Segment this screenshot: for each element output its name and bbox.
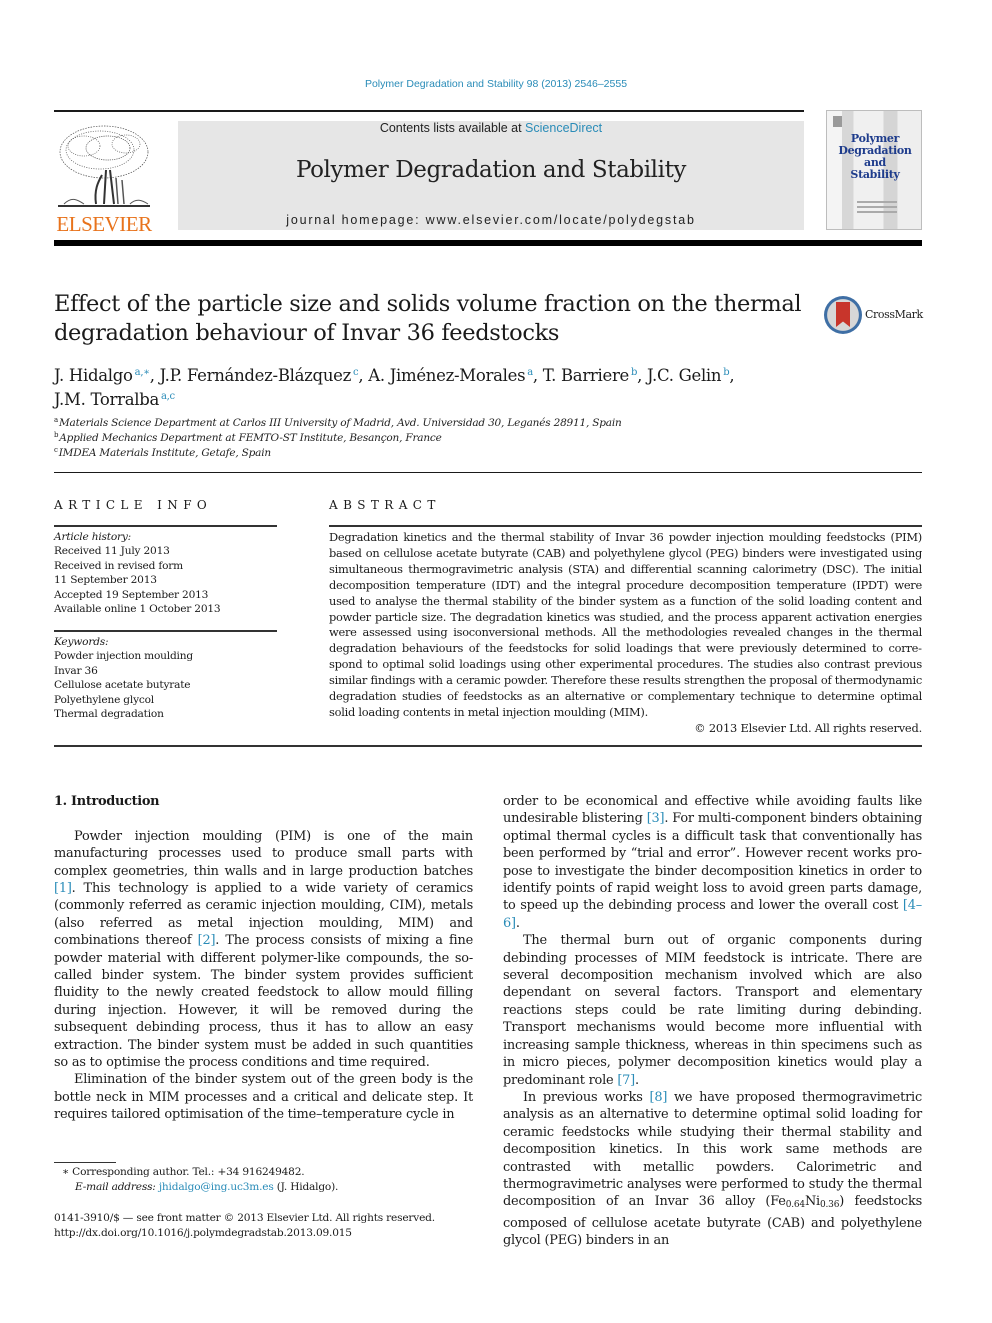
keywords: Keywords: Powder injection moulding Inva… [54, 635, 277, 721]
author-affiliation-marker[interactable]: a,c [161, 391, 175, 402]
keyword: Invar 36 [54, 664, 98, 677]
affiliation-text: Applied Mechanics Department at FEMTO-ST… [59, 432, 442, 444]
sciencedirect-link[interactable]: ScienceDirect [525, 121, 602, 135]
crossmark-label: CrossMark [865, 308, 923, 321]
body-paragraph: Elimination of the binder system out of … [54, 1072, 473, 1123]
author-name[interactable]: J.M. Torralba [54, 390, 159, 409]
corresponding-author-footnote: ∗ Corresponding author. Tel.: +34 916249… [62, 1166, 305, 1178]
affiliation-b: bApplied Mechanics Department at FEMTO-S… [54, 431, 442, 444]
keywords-label: Keywords: [54, 636, 109, 648]
journal-cover-thumbnail[interactable]: Polymer Degradation and Stability [826, 110, 922, 230]
affiliation-key: b [54, 431, 59, 439]
citation-link[interactable]: [7] [617, 1073, 635, 1088]
body-paragraph: In previous works [8] we have proposed t… [503, 1089, 922, 1249]
author-list: J. Hidalgo a,∗, J.P. Fernández-Blázquez c,… [54, 362, 814, 410]
body-paragraph: The thermal burn out of organic componen… [503, 933, 922, 1088]
section-heading-introduction: 1. Introduction [54, 794, 160, 809]
email-link[interactable]: jhidalgo@ing.uc3m.es [159, 1181, 274, 1193]
elsevier-tree-icon [58, 125, 150, 207]
masthead-top-rule [54, 110, 804, 112]
citation-link[interactable]: [4–6] [503, 898, 922, 930]
article-history: Article history: Received 11 July 2013 R… [54, 530, 277, 616]
body-paragraph: order to be economical and effective whi… [503, 794, 922, 931]
article-title: Effect of the particle size and solids v… [54, 291, 802, 346]
elsevier-logo[interactable]: ELSEVIER [54, 120, 154, 236]
author-separator: , [358, 366, 369, 385]
title-block-rule [54, 472, 922, 473]
crossmark-button[interactable]: CrossMark [824, 296, 924, 336]
cover-title-line: Stability [850, 168, 900, 181]
journal-homepage-link[interactable]: journal homepage: www.elsevier.com/locat… [178, 213, 804, 227]
affiliation-a: aMaterials Science Department at Carlos … [54, 416, 622, 429]
doi-link[interactable]: http://dx.doi.org/10.1016/j.polymdegrads… [54, 1227, 352, 1239]
keywords-rule [54, 630, 277, 632]
abstract-copyright: © 2013 Elsevier Ltd. All rights reserved… [694, 721, 922, 735]
history-entry: 11 September 2013 [54, 574, 157, 587]
subscript: 0.64 [785, 1200, 805, 1211]
subscript: 0.36 [819, 1200, 840, 1211]
journal-title: Polymer Degradation and Stability [295, 157, 687, 183]
cover-title: Polymer Degradation and Stability [827, 133, 923, 181]
front-matter-bottom-rule [54, 745, 922, 747]
keyword: Cellulose acetate butyrate [54, 679, 191, 692]
history-entry: Available online 1 October 2013 [54, 603, 221, 616]
author-separator: , [149, 366, 160, 385]
author-name[interactable]: J.C. Gelin [647, 366, 722, 385]
article-info-rule [54, 525, 277, 527]
cover-publisher-icon [833, 116, 842, 127]
body-column-right: order to be economical and effective whi… [503, 793, 922, 1250]
citation-link[interactable]: [2] [198, 933, 216, 948]
elsevier-wordmark: ELSEVIER [56, 212, 152, 236]
history-entry: Received 11 July 2013 [54, 545, 170, 558]
history-entry: Accepted 19 September 2013 [54, 588, 209, 601]
abstract-rule [329, 525, 922, 527]
email-suffix: (J. Hidalgo). [273, 1181, 339, 1193]
author-affiliation-marker[interactable]: a,∗ [135, 367, 150, 378]
author-name[interactable]: A. Jiménez-Morales [368, 366, 525, 385]
author-separator: , [637, 366, 647, 385]
affiliation-key: a [54, 416, 58, 424]
affiliation-text: IMDEA Materials Institute, Getafe, Spain [58, 447, 271, 459]
cover-editors-text [857, 201, 897, 215]
keyword: Thermal degradation [54, 708, 164, 721]
running-head-citation[interactable]: Polymer Degradation and Stability 98 (20… [0, 78, 992, 90]
affiliation-text: Materials Science Department at Carlos I… [58, 417, 622, 429]
citation-link[interactable]: [3] [647, 811, 665, 826]
keyword: Powder injection moulding [54, 650, 193, 663]
author-name[interactable]: T. Barriere [543, 366, 630, 385]
author-name[interactable]: J. Hidalgo [54, 366, 133, 385]
affiliation-c: cIMDEA Materials Institute, Getafe, Spai… [54, 446, 271, 459]
keyword: Polyethylene glycol [54, 693, 154, 706]
body-column-left: 1. Introduction Powder injection mouldin… [54, 793, 473, 1124]
masthead-bottom-rule [54, 240, 922, 246]
footnote-rule [54, 1162, 116, 1163]
right-paragraphs: order to be economical and effective whi… [503, 793, 922, 1250]
article-history-label: Article history: [54, 531, 132, 543]
front-matter-notice: 0141-3910/$ — see front matter © 2013 El… [54, 1212, 435, 1224]
masthead-band: Contents lists available at ScienceDirec… [178, 121, 804, 230]
author-separator: , [532, 366, 543, 385]
citation-link[interactable]: [1] [54, 881, 72, 896]
left-paragraphs: Powder injection moulding (PIM) is one o… [54, 828, 473, 1124]
affiliation-key: c [54, 446, 58, 454]
history-entry: Received in revised form [54, 559, 183, 572]
email-footnote: E-mail address: jhidalgo@ing.uc3m.es (J.… [75, 1181, 338, 1193]
email-label: E-mail address: [75, 1181, 159, 1193]
article-info-heading: ARTICLE INFO [54, 498, 213, 512]
citation-link[interactable]: [8] [650, 1090, 668, 1105]
abstract-text: Degradation kinetics and the thermal sta… [329, 530, 922, 719]
author-separator: , [729, 366, 735, 385]
author-name[interactable]: J.P. Fernández-Blázquez [160, 366, 352, 385]
abstract-heading: ABSTRACT [329, 498, 441, 512]
body-paragraph: Powder injection moulding (PIM) is one o… [54, 828, 473, 1071]
contents-prefix: Contents lists available at [379, 121, 526, 135]
contents-line: Contents lists available at ScienceDirec… [178, 121, 804, 135]
